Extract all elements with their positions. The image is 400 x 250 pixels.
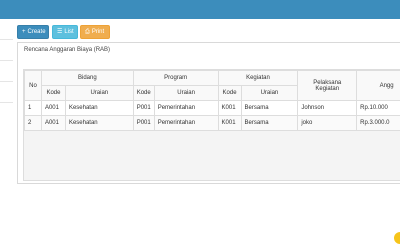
print-button[interactable]: ⎙ Print: [80, 25, 110, 39]
create-button-label: Create: [27, 29, 46, 35]
col-header-program: Program: [132, 70, 219, 86]
col-header-pelaksana: Pelaksana Kegiatan: [297, 70, 358, 101]
col-header-anggaran: Angg: [356, 70, 400, 101]
cell-anggaran: Rp.3.000.0: [356, 115, 400, 131]
subheader-kode: Kode: [217, 85, 242, 101]
cell-program-kode: P001: [132, 100, 155, 116]
sidebar-item[interactable]: [0, 40, 13, 61]
subheader-uraian: Uraian: [240, 85, 299, 101]
list-button[interactable]: ☰ List: [52, 25, 78, 39]
subheader-uraian: Uraian: [153, 85, 219, 101]
rab-panel: Rencana Anggaran Biaya (RAB) No Bidang P…: [17, 42, 400, 184]
sidebar-item[interactable]: [0, 82, 13, 103]
cell-no: 1: [24, 100, 42, 116]
subheader-uraian: Uraian: [64, 85, 134, 101]
table-row: 1 A001 Kesehatan P001 Pemerintahan K001 …: [24, 100, 400, 116]
list-icon: ☰: [57, 29, 63, 35]
cell-pelaksana: Johnson: [297, 100, 358, 116]
subheader-kode: Kode: [40, 85, 66, 101]
print-icon: ⎙: [85, 29, 90, 35]
cell-kegiatan-uraian: Bersama: [240, 100, 299, 116]
cell-bidang-kode: A001: [40, 100, 66, 116]
sidebar: [0, 19, 14, 250]
subheader-kode: Kode: [132, 85, 155, 101]
sidebar-item[interactable]: [0, 19, 13, 40]
plus-icon: +: [22, 29, 26, 35]
col-header-no: No: [24, 70, 42, 101]
create-button[interactable]: + Create: [17, 25, 49, 39]
cell-bidang-uraian: Kesehatan: [64, 115, 134, 131]
cell-no: 2: [24, 115, 42, 131]
cell-pelaksana: joko: [297, 115, 358, 131]
print-button-label: Print: [91, 29, 105, 35]
rab-table-container: No Bidang Program Kegiatan Pelaksana Keg…: [23, 69, 400, 181]
cell-kegiatan-kode: K001: [217, 115, 242, 131]
col-header-kegiatan: Kegiatan: [217, 70, 299, 86]
rab-table: No Bidang Program Kegiatan Pelaksana Keg…: [24, 70, 400, 131]
list-button-label: List: [64, 29, 74, 35]
sidebar-item[interactable]: [0, 61, 13, 82]
panel-title: Rencana Anggaran Biaya (RAB): [24, 47, 111, 53]
cell-bidang-kode: A001: [40, 115, 66, 131]
table-row: 2 A001 Kesehatan P001 Pemerintahan K001 …: [24, 115, 400, 131]
cell-anggaran: Rp.10.000: [356, 100, 400, 116]
cell-program-kode: P001: [132, 115, 155, 131]
cell-program-uraian: Pemerintahan: [153, 115, 219, 131]
floating-action-button[interactable]: [394, 232, 400, 244]
cell-program-uraian: Pemerintahan: [153, 100, 219, 116]
cell-kegiatan-uraian: Bersama: [240, 115, 299, 131]
cell-kegiatan-kode: K001: [217, 100, 242, 116]
top-header-bar: [0, 0, 400, 19]
cell-bidang-uraian: Kesehatan: [64, 100, 134, 116]
col-header-bidang: Bidang: [40, 70, 134, 86]
